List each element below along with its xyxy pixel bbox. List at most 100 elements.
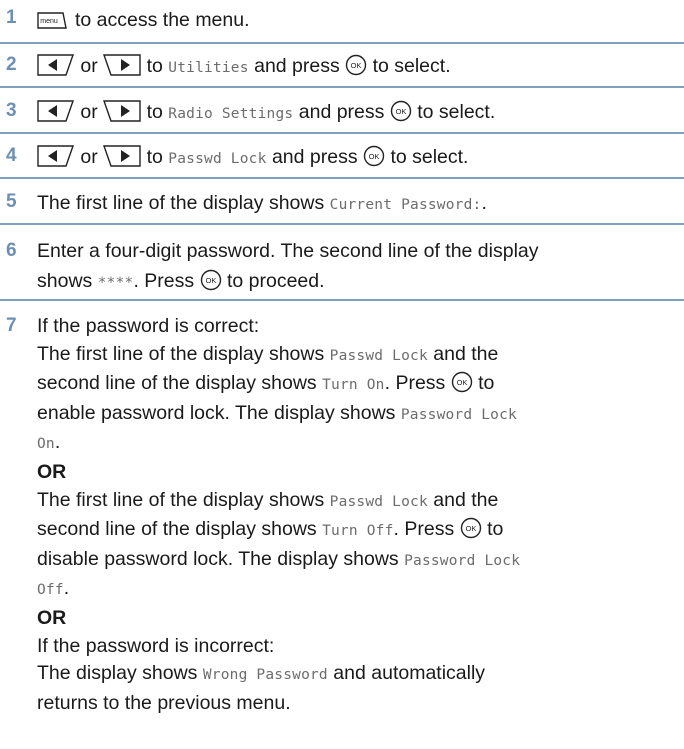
text: second line of the display shows <box>37 518 317 541</box>
p1-line-3: enable password lock. The display shows … <box>37 400 678 430</box>
left-arrow-key-icon <box>37 54 75 76</box>
step-number: 7 <box>6 315 17 336</box>
text: . <box>63 577 70 600</box>
or-separator: OR <box>37 606 67 629</box>
left-arrow-key-icon <box>37 145 75 167</box>
to-text: to <box>146 101 163 123</box>
text: to <box>487 518 504 541</box>
p3-line-2: returns to the previous menu. <box>37 691 291 714</box>
step-text: or to Passwd Lock and press OK to select… <box>37 143 678 173</box>
ok-key-icon: OK <box>200 269 222 291</box>
text: . Press <box>384 372 446 395</box>
p3-line-1: The display shows Wrong Password and aut… <box>37 660 678 690</box>
correct-intro: If the password is correct: <box>37 315 260 337</box>
text: and the <box>433 342 499 365</box>
svg-text:OK: OK <box>456 378 467 387</box>
period: . <box>481 192 487 214</box>
text: . <box>54 431 61 454</box>
display-text: On <box>37 436 55 453</box>
right-arrow-key-icon <box>103 100 141 122</box>
step-text: If the password is correct: The first li… <box>37 313 678 717</box>
ok-key-icon: OK <box>345 54 367 76</box>
text: to <box>478 372 495 395</box>
step-text: or to Radio Settings and press OK to sel… <box>37 98 678 128</box>
text: enable password lock. The display shows <box>37 401 396 424</box>
ok-key-icon: OK <box>390 100 412 122</box>
display-text: Turn Off <box>322 523 394 540</box>
step-6-line-1: Enter a four-digit password. The second … <box>37 240 539 262</box>
to-text: to <box>146 146 163 168</box>
step-number: 2 <box>6 54 17 75</box>
step-number: 4 <box>6 145 17 166</box>
step-text: The first line of the display shows Curr… <box>37 189 678 219</box>
step-1: 1 menu to access the menu. <box>0 0 684 44</box>
display-text: Turn On <box>322 377 385 394</box>
svg-text:OK: OK <box>465 524 476 533</box>
p1-line-4: On. <box>37 429 678 459</box>
step-6-line-2: shows ****. Press OK to proceed. <box>37 266 678 298</box>
step-6: 6 Enter a four-digit password. The secon… <box>0 225 684 301</box>
ok-key-icon: OK <box>451 371 473 393</box>
instruction-page: 1 menu to access the menu. 2 or to Utili… <box>0 0 684 749</box>
p2-line-3: disable password lock. The display shows… <box>37 546 678 576</box>
incorrect-intro: If the password is incorrect: <box>37 634 275 657</box>
step-text: menu to access the menu. <box>37 6 678 34</box>
or-text: or <box>80 55 98 77</box>
step-number: 6 <box>6 240 17 261</box>
step-4: 4 or to Passwd Lock and press OK to sele… <box>0 134 684 179</box>
press-text: . Press <box>133 270 195 292</box>
display-text: Wrong Password <box>202 667 328 684</box>
text: . Press <box>393 518 455 541</box>
step-5: 5 The first line of the display shows Cu… <box>0 179 684 225</box>
to-text: to <box>146 55 163 77</box>
svg-text:OK: OK <box>369 152 380 161</box>
ok-key-icon: OK <box>363 145 385 167</box>
p1-line-2: second line of the display shows Turn On… <box>37 370 678 400</box>
display-text: Utilities <box>168 60 249 76</box>
p2-line-4: Off. <box>37 575 678 605</box>
svg-text:menu: menu <box>40 18 58 25</box>
to-select-text: to select. <box>417 101 496 123</box>
svg-text:OK: OK <box>351 61 362 70</box>
or-separator: OR <box>37 460 67 483</box>
step-text: or to Utilities and press OK to select. <box>37 52 678 82</box>
display-text: **** <box>97 275 134 291</box>
step-number: 1 <box>6 7 17 28</box>
text: and the <box>427 488 499 511</box>
step-7: 7 If the password is correct: The first … <box>0 301 684 749</box>
p2-line-2: second line of the display shows Turn Of… <box>37 516 678 546</box>
display-text: Password Lock <box>400 406 517 423</box>
display-text: Passwd Lock <box>329 347 428 364</box>
and-press-text: and press <box>271 146 358 168</box>
step-3: 3 or to Radio Settings and press OK to s… <box>0 88 684 134</box>
to-proceed-text: to proceed. <box>226 270 325 292</box>
display-text: Off <box>37 582 64 599</box>
left-arrow-key-icon <box>37 100 75 122</box>
or-text: or <box>80 101 98 123</box>
text: disable password lock. The display shows <box>37 547 399 570</box>
right-arrow-key-icon <box>103 54 141 76</box>
display-text: Passwd Lock <box>168 151 267 167</box>
step-5-text: The first line of the display shows <box>37 192 325 214</box>
display-text: Current Password: <box>329 197 482 213</box>
to-select-text: to select. <box>390 146 469 168</box>
shows-text: shows <box>37 270 93 292</box>
step-1-text: to access the menu. <box>75 9 250 31</box>
svg-text:OK: OK <box>205 276 216 285</box>
display-text: Password Lock <box>404 552 521 569</box>
display-text: Passwd Lock <box>329 493 428 510</box>
or-text: or <box>80 146 98 168</box>
step-number: 3 <box>6 100 17 121</box>
display-text: Radio Settings <box>168 106 294 122</box>
and-press-text: and press <box>298 101 385 123</box>
and-press-text: and press <box>254 55 340 77</box>
p2-line-1: The first line of the display shows Pass… <box>37 487 678 517</box>
text: The display shows <box>37 662 198 685</box>
p1-line-1: The first line of the display shows Pass… <box>37 341 678 371</box>
ok-key-icon: OK <box>460 517 482 539</box>
step-number: 5 <box>6 191 17 212</box>
text: second line of the display shows <box>37 372 317 395</box>
text: and automatically <box>333 662 486 685</box>
svg-text:OK: OK <box>395 107 406 116</box>
menu-key-icon: menu <box>37 11 67 29</box>
